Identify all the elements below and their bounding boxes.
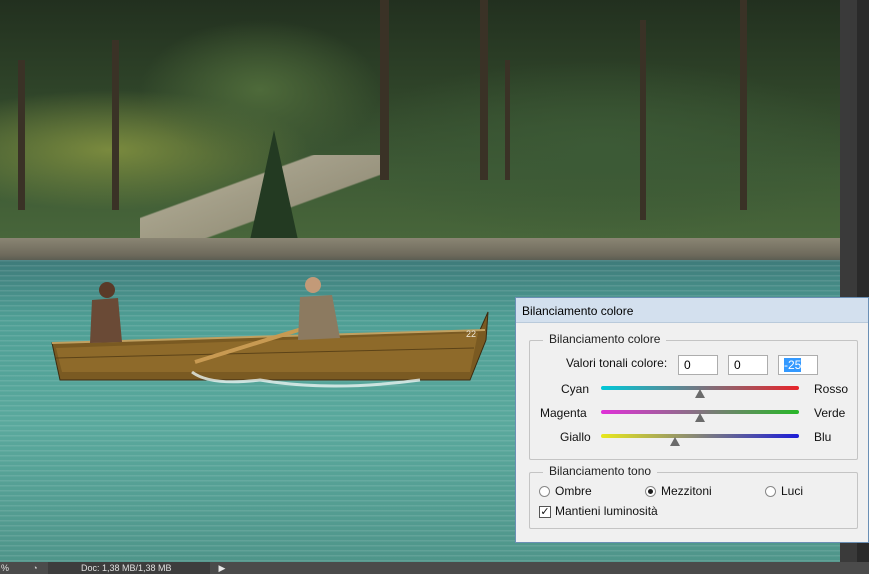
red-label: Rosso — [814, 382, 849, 396]
status-bar: % ◔ Doc: 1,38 MB/1,38 MB ▶ — [0, 562, 869, 574]
color-balance-group-label: Bilanciamento colore — [543, 332, 667, 346]
yellow-blue-value-selection: -25 — [784, 358, 802, 372]
highlights-label[interactable]: Luci — [781, 484, 803, 498]
magenta-green-slider-thumb[interactable] — [695, 413, 705, 422]
cyan-label: Cyan — [561, 382, 590, 396]
preserve-luminosity-label[interactable]: Mantieni luminosità — [555, 504, 658, 518]
shadows-radio[interactable] — [539, 486, 550, 497]
magenta-green-value-field[interactable]: 0 — [728, 355, 768, 375]
yellow-blue-slider-track[interactable] — [601, 434, 799, 438]
yellow-blue-slider-thumb[interactable] — [670, 437, 681, 446]
doc-info: Doc: 1,38 MB/1,38 MB — [48, 562, 210, 574]
blue-label: Blu — [814, 430, 832, 444]
tone-balance-group-label: Bilanciamento tono — [543, 464, 658, 478]
status-menu-arrow-icon[interactable]: ▶ — [216, 562, 228, 574]
midtones-radio[interactable] — [645, 486, 656, 497]
dialog-titlebar[interactable]: Bilanciamento colore — [516, 298, 868, 323]
yellow-blue-value-field[interactable]: -25 — [778, 355, 818, 375]
cyan-red-slider-thumb[interactable] — [695, 389, 705, 398]
info-icon[interactable]: ◔ — [28, 562, 42, 574]
zoom-level[interactable]: % — [1, 562, 9, 574]
midtones-label[interactable]: Mezzitoni — [661, 484, 712, 498]
shadows-label[interactable]: Ombre — [555, 484, 592, 498]
highlights-radio[interactable] — [765, 486, 776, 497]
color-balance-group: Bilanciamento colore Valori tonali color… — [529, 332, 858, 460]
color-balance-dialog: Bilanciamento colore Bilanciamento color… — [515, 297, 869, 543]
tone-balance-group: Bilanciamento tono Ombre Mezzitoni Luci … — [529, 464, 858, 529]
yellow-label: Giallo — [560, 430, 591, 444]
preserve-luminosity-checkbox[interactable]: ✓ — [539, 506, 551, 518]
cyan-red-value-field[interactable]: 0 — [678, 355, 718, 375]
green-label: Verde — [814, 406, 846, 420]
dialog-title: Bilanciamento colore — [522, 304, 634, 318]
boat-number: 22 — [466, 329, 476, 339]
tone-values-label: Valori tonali colore: — [566, 356, 668, 370]
magenta-label: Magenta — [540, 406, 587, 420]
